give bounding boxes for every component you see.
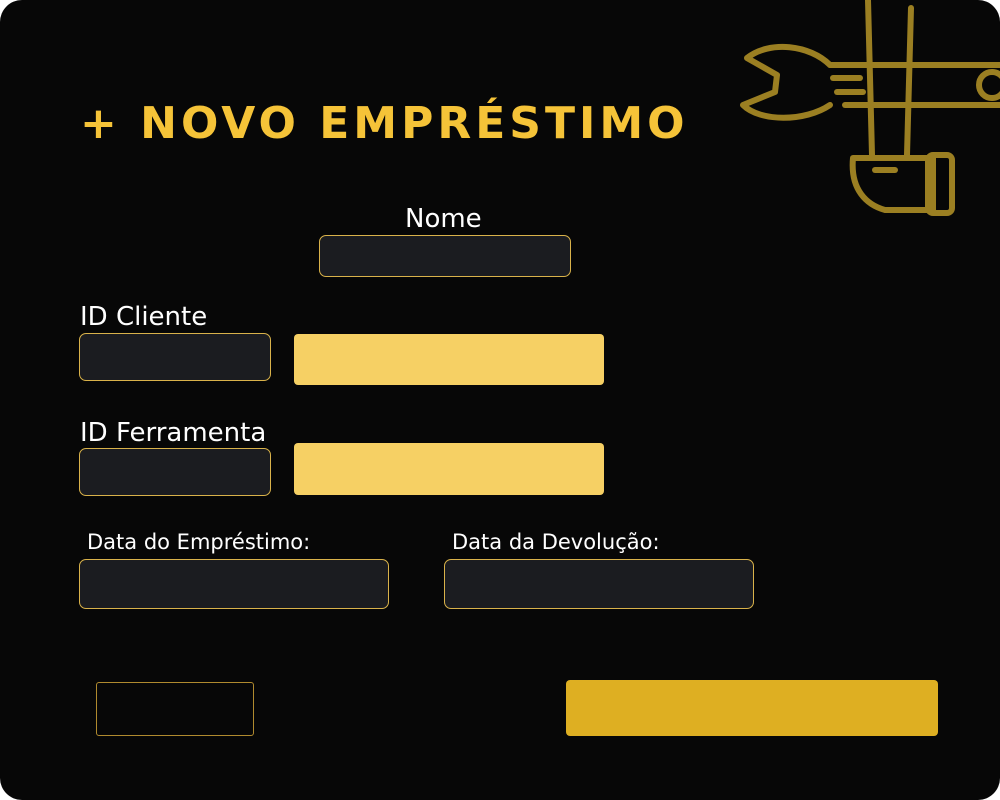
- id-cliente-label: ID Cliente: [80, 302, 208, 332]
- wrench-hammer-icon: [740, 0, 1000, 216]
- id-ferramenta-label: ID Ferramenta: [80, 418, 267, 448]
- confirm-button[interactable]: [566, 680, 938, 736]
- cancel-button[interactable]: [96, 682, 254, 736]
- data-devolucao-label: Data da Devolução:: [452, 530, 660, 554]
- nome-label: Nome: [405, 204, 482, 234]
- id-cliente-input[interactable]: [79, 333, 271, 381]
- id-ferramenta-input[interactable]: [79, 448, 271, 496]
- data-devolucao-input[interactable]: [444, 559, 754, 609]
- data-emprestimo-input[interactable]: [79, 559, 389, 609]
- nome-input[interactable]: [319, 235, 571, 277]
- loan-form-card: + NOVO EMPRÉSTIMO Nome ID Cliente ID Fer…: [0, 0, 1000, 800]
- page-title: + NOVO EMPRÉSTIMO: [80, 98, 689, 149]
- buscar-ferramenta-button[interactable]: [294, 443, 604, 495]
- buscar-cliente-button[interactable]: [294, 334, 604, 385]
- data-emprestimo-label: Data do Empréstimo:: [87, 530, 311, 554]
